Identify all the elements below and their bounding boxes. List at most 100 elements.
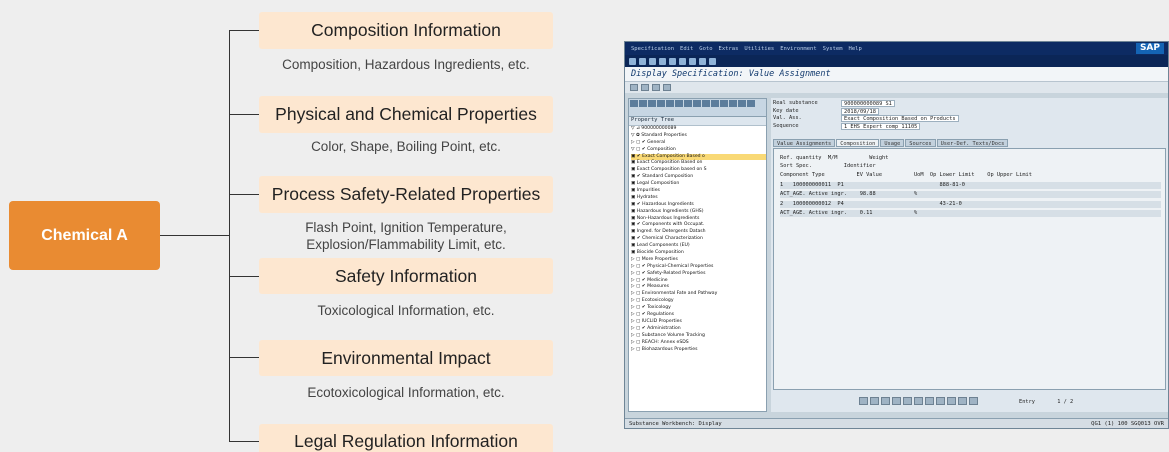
category-title: Safety Information [334, 265, 478, 286]
tree-node[interactable]: ▷ ▢ REACH: Annex eSDS [631, 340, 766, 347]
tab[interactable]: Usage [880, 139, 905, 147]
tree-node[interactable]: ▷ ▢ ✔ Physical-Chemical Properties [631, 264, 766, 271]
composition-row: 2 100000000012 P4 43-21-0 [780, 201, 1161, 208]
tab[interactable]: User-Def. Texts/Docs [936, 139, 1009, 147]
tree-node[interactable]: ▽ ✿ Standard Properties [631, 133, 766, 140]
menu-item[interactable]: Help [849, 46, 862, 52]
tree-node[interactable]: ▷ ▢ More Properties [631, 257, 766, 264]
tree-node[interactable]: ▣ Biocide Composition [631, 250, 766, 257]
sap-screen-title: Display Specification: Value Assignment [625, 67, 1168, 82]
print-icon [669, 57, 676, 65]
field-value[interactable]: 2018/09/18 [841, 107, 879, 115]
sap-standard-toolbar [625, 55, 1168, 67]
sap-menubar: Specification Edit Goto Extras Utilities Envi… [625, 42, 1168, 55]
category-description: Flash Point, Ignition Temperature, Explo… [305, 220, 507, 252]
connector-trunk [229, 30, 230, 442]
tree-node[interactable]: ▣ Hydrates [631, 195, 766, 202]
menu-item[interactable]: Specification [631, 46, 674, 52]
tree-node[interactable]: ▷ ▢ ✔ Administration [631, 326, 766, 333]
header-field-row: Sequence 1 EHS Expert comp 11105 [771, 122, 1168, 131]
tree-node[interactable]: ▣ Hazardous Ingredients (GHS) [631, 209, 766, 216]
tab[interactable]: Value Assignments [773, 139, 836, 147]
menu-item[interactable]: Environment [780, 46, 816, 52]
tree-node[interactable]: ▣ Lead Components (EU) [631, 243, 766, 250]
field-label: Val. Ass. [773, 115, 802, 121]
filter-icon [630, 84, 638, 91]
field-value[interactable]: 900000000089 S1 [841, 100, 895, 107]
sap-detail-panel: Real substance 900000000089 S1 Key date 201… [771, 98, 1168, 412]
exit-icon [649, 57, 656, 65]
details-icon [663, 84, 671, 91]
composition-row: Ref. quantity M/M Weight [780, 155, 889, 161]
composition-row: Sort Spec. Identifier [780, 163, 876, 169]
down-icon [652, 84, 660, 91]
sap-status-bar: Substance Workbench: Display QG1 (1) 100… [625, 418, 1168, 428]
page-up-icon [689, 57, 696, 65]
category-description: Ecotoxicological Information, etc. [307, 385, 505, 400]
connector-root-to-trunk [160, 235, 230, 236]
category-title: Composition Information [311, 20, 501, 40]
tree-node[interactable]: ▷ ▢ Biohazardous Properties [631, 347, 766, 354]
composition-row: ACT_AGE. Active ingr. 98.88 % [780, 191, 1161, 198]
tree-node[interactable]: ▷ ▢ ✔ Regulations [631, 312, 766, 319]
tree-node[interactable]: ▣ Legal Composition [631, 181, 766, 188]
category-environmental-box: Environmental Impact [259, 340, 553, 376]
menu-item[interactable]: Edit [680, 46, 693, 52]
connector-branch-4 [229, 276, 259, 277]
root-node-chemical-a: Chemical A [9, 201, 160, 270]
tab[interactable]: Composition [836, 139, 880, 147]
menu-item[interactable]: System [823, 46, 843, 52]
header-field-row: Key date 2018/09/18 [771, 107, 1168, 116]
tree-toolbar [629, 99, 766, 117]
connector-branch-5 [229, 357, 259, 358]
menu-item[interactable]: Utilities [744, 46, 774, 52]
menu-item[interactable]: Extras [719, 46, 739, 52]
tree-node[interactable]: ▽ ▢ ✔ Composition [631, 147, 766, 154]
tree-node[interactable]: ▷ ▢ ✔ General [631, 140, 766, 147]
header-fields: Real substance 900000000089 S1 Key date 201… [771, 100, 1168, 130]
category-process-safety-box: Process Safety-Related Properties [259, 176, 553, 213]
help-icon [709, 57, 716, 65]
connector-branch-3 [229, 194, 259, 195]
tree-node[interactable]: ▷ ▢ ✔ Toxicology [631, 305, 766, 312]
tree-node[interactable]: ▷ ▢ Substance Volume Tracking [631, 333, 766, 340]
sap-logo: SAP [1135, 43, 1164, 54]
status-text: Substance Workbench: Display [629, 421, 722, 427]
category-description: Composition, Hazardous Ingredients, etc. [282, 57, 530, 72]
tab[interactable]: Sources [905, 139, 936, 147]
field-label: Real substance [773, 100, 818, 106]
category-title: Process Safety-Related Properties [271, 184, 541, 204]
field-label: Sequence [773, 122, 799, 129]
field-label: Key date [773, 107, 799, 114]
sap-property-tree-panel: Property Tree ▽ ⊿ 900000000089 ▽ ✿ Stand… [628, 98, 767, 412]
system-info: QG1 (1) 100 SGQ013 OVR [1091, 421, 1164, 427]
tree-node[interactable]: ▽ ⊿ 900000000089 [631, 126, 766, 133]
composition-table: Ref. quantity M/M Weight Sort Spec. Ident… [773, 148, 1166, 390]
composition-row: Component Type EV Value UoM Op Lower Lim… [780, 172, 1032, 178]
menu-item[interactable]: Goto [699, 46, 712, 52]
up-icon [641, 84, 649, 91]
category-title: Physical and Chemical Properties [275, 104, 537, 124]
header-field-row: Real substance 900000000089 S1 [771, 100, 1168, 108]
composition-row: ACT_AGE. Active ingr. 0.11 % [780, 210, 1161, 217]
root-node-label: Chemical A [41, 226, 128, 244]
tree-node[interactable]: ▷ ▢ ✔ Safety-Related Properties [631, 271, 766, 278]
sap-application-toolbar [625, 82, 1168, 93]
tree-node[interactable]: ▷ ▢ IUCLID Properties [631, 319, 766, 326]
header-field-row: Val. Ass. Exact Composition Based on Prod… [771, 115, 1168, 123]
category-physical-chemical-box: Physical and Chemical Properties [259, 96, 553, 133]
save-icon [629, 57, 636, 65]
category-title: Environmental Impact [321, 347, 491, 368]
tree-node[interactable]: ▣ Impurities [631, 188, 766, 195]
connector-branch-2 [229, 114, 259, 115]
cancel-icon [659, 57, 666, 65]
field-value[interactable]: Exact Composition Based on Products [841, 115, 959, 122]
connector-branch-6 [229, 441, 259, 442]
category-legal-regulation-box: Legal Regulation Information [259, 424, 553, 452]
connector-branch-1 [229, 30, 259, 31]
tree-node[interactable]: ▣ ✔ Hazardous Ingredients [631, 202, 766, 209]
category-safety-info-box: Safety Information [259, 258, 553, 294]
entry-counter: Entry 1 / 2 [1019, 399, 1074, 405]
field-value[interactable]: 1 EHS Expert comp 11105 [841, 122, 921, 130]
category-description: Toxicological Information, etc. [317, 303, 495, 318]
